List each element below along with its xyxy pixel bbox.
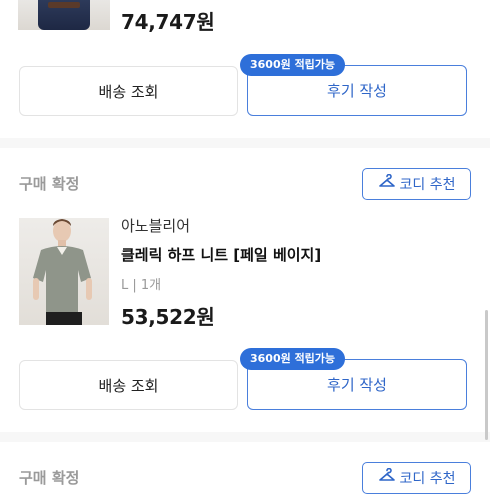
order-status-title: 구매 확정: [19, 469, 80, 487]
product-price: 53,522원: [121, 305, 215, 329]
points-badge: 3600원 적립가능: [240, 54, 346, 76]
product-thumbnail[interactable]: [19, 218, 109, 325]
brand-name[interactable]: 아노블리어: [121, 215, 190, 236]
product-thumbnail[interactable]: [18, 0, 110, 30]
shipping-track-button[interactable]: 배송 조회: [19, 66, 238, 116]
order-status-title: 구매 확정: [19, 175, 80, 193]
product-option: L | 1개: [121, 278, 162, 293]
section-divider: [0, 138, 490, 148]
hanger-icon: [378, 467, 396, 488]
knit-model-image: [33, 219, 92, 325]
belt-image-part: [48, 2, 80, 8]
codi-recommend-button[interactable]: 코디 추천: [362, 462, 471, 494]
codi-recommend-button[interactable]: 코디 추천: [362, 168, 471, 200]
points-badge: 3600원 적립가능: [240, 348, 346, 370]
hanger-icon: [378, 173, 396, 194]
shipping-track-button[interactable]: 배송 조회: [19, 360, 238, 410]
scrollbar[interactable]: [485, 310, 488, 440]
product-price: 74,747원: [121, 10, 215, 34]
product-name[interactable]: 클레릭 하프 니트 [페일 베이지]: [121, 244, 321, 265]
codi-recommend-label: 코디 추천: [399, 177, 456, 193]
section-divider: [0, 432, 490, 442]
codi-recommend-label: 코디 추천: [399, 471, 456, 487]
